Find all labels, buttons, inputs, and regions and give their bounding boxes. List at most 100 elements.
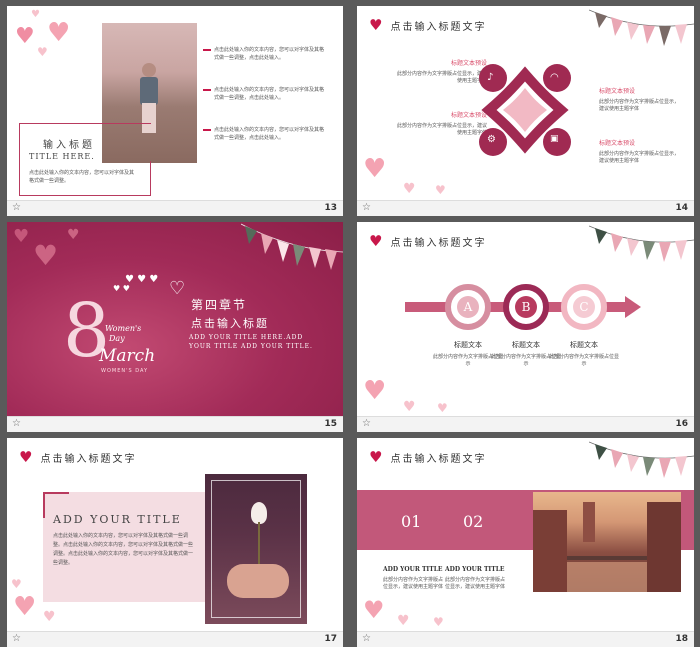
number-01: 01 <box>401 512 422 531</box>
womens-day-logo: 8 ♥ ♥ ♥ ♥ ♥ Women's Day March WOMEN'S DA… <box>63 274 159 374</box>
card-corner-line <box>43 492 69 494</box>
slide-title-bar: ♥ 点击输入标题文字 <box>19 448 137 466</box>
slide-footer: ☆ 14 <box>357 200 694 216</box>
heart-decoration-icon: ♥ <box>47 18 71 48</box>
photo-city-canal <box>533 492 681 592</box>
slide-footer: ☆ 15 <box>7 416 343 432</box>
card-body-text: 点击此处输入你的文本内容，您可以对字体及其格式做一些调整。点击此处输入你的文本内… <box>53 533 194 566</box>
heart-icon: ♥ <box>19 448 33 466</box>
star-icon[interactable]: ☆ <box>12 633 21 644</box>
heart-decoration-icon: ♥ <box>363 596 385 624</box>
heart-icon: ♥ <box>369 232 383 250</box>
title-box-bottom-line <box>19 195 151 196</box>
bullet-item: 点击此处输入你的文本内容，您可以对字体及其格式做一些调整，点击此处输入。 <box>203 126 328 142</box>
photo-flower-hand <box>205 474 307 624</box>
star-icon[interactable]: ☆ <box>362 202 371 213</box>
heart-decoration-icon: ♥ <box>403 399 416 415</box>
title-box-right-line <box>150 161 151 196</box>
number-02: 02 <box>463 512 484 531</box>
slide-number: 18 <box>675 634 688 644</box>
bunting-flags-icon <box>241 223 343 270</box>
heart-decoration-icon: ♥ <box>31 9 40 20</box>
heart-decoration-icon: ♥ <box>67 227 80 243</box>
slide-15[interactable]: ♥ ♥ ♥ 8 ♥ ♥ ♥ ♥ ♥ Women's Day March WOME… <box>7 222 343 432</box>
chapter-subtitle: 点击输入标题 <box>191 317 269 330</box>
slide-number: 13 <box>324 203 337 213</box>
heart-decoration-icon: ♥ <box>37 45 48 59</box>
heart-decoration-icon: ♥ <box>15 24 35 49</box>
text-block: 标题文本预设 此部分内容作为文字排版占位显示，建议使用主题字体 <box>599 140 680 164</box>
logo-march: March <box>99 346 156 366</box>
chapter-title: 第四章节 <box>191 298 248 312</box>
column-text: ADD YOUR TITLE 此部分内容作为文字排版占位显示，建议使用主题字体 <box>445 566 506 590</box>
heart-decoration-icon: ♥ <box>433 615 444 629</box>
heart-decoration-icon: ♥ <box>363 154 387 184</box>
bunting-flags-icon <box>589 441 694 478</box>
heart-icon: ♥ <box>369 448 383 466</box>
star-icon[interactable]: ☆ <box>362 418 371 429</box>
heart-decoration-icon: ♥ <box>437 401 448 415</box>
slide-number: 17 <box>324 634 337 644</box>
heart-decoration-icon: ♥ <box>397 613 410 629</box>
bunting-flags-icon <box>589 9 694 46</box>
heart-decoration-icon: ♥ <box>435 183 446 197</box>
gear-icon: ⚙ <box>487 134 496 145</box>
heart-decoration-icon: ♥ <box>33 239 59 272</box>
slide-title-bar: ♥ 点击输入标题文字 <box>369 16 487 34</box>
arrow-head-icon <box>625 296 641 318</box>
slide-number: 14 <box>675 203 688 213</box>
star-icon[interactable]: ☆ <box>12 202 21 213</box>
heart-decoration-icon: ♥ <box>13 226 30 247</box>
text-block: 标题文本预设 此部分内容作为文字排版占位显示，建议使用主题字体 <box>397 60 488 84</box>
bullet-item: 点击此处输入你的文本内容，您可以对字体及其格式做一些调整，点击此处输入。 <box>203 46 328 62</box>
heart-decoration-icon: ♥ <box>403 181 416 197</box>
text-block: 标题文本预设 此部分内容作为文字排版占位显示，建议使用主题字体 <box>599 88 680 112</box>
star-icon[interactable]: ☆ <box>12 418 21 429</box>
chapter-en-line2: YOUR TITLE ADD YOUR TITLE. <box>189 343 313 350</box>
slide-17[interactable]: ♥ 点击输入标题文字 ADD YOUR TITLE 点击此处输入你的文本内容，您… <box>7 438 343 647</box>
slide-footer: ☆ 16 <box>357 416 694 432</box>
slide-footer: ☆ 18 <box>357 631 694 647</box>
slide-title-bar: ♥ 点击输入标题文字 <box>369 448 487 466</box>
slide-title: 点击输入标题文字 <box>390 22 487 33</box>
section-title-cn: 输入标题 <box>43 140 95 151</box>
step-circle-a: A <box>445 284 491 330</box>
bunting-flags-icon <box>589 225 694 262</box>
step-circle-c: C <box>561 284 607 330</box>
slide-title-bar: ♥ 点击输入标题文字 <box>369 232 487 250</box>
slide-18[interactable]: ♥ 点击输入标题文字 01 02 ADD YOUR TITLE 此部分内容作为文… <box>357 438 694 647</box>
chapter-en-line1: ADD YOUR TITLE HERE.ADD <box>189 334 304 341</box>
slide-number: 16 <box>675 419 688 429</box>
heart-outline-icon: ♡ <box>169 278 186 299</box>
slide-14[interactable]: ♥ 点击输入标题文字 标题文本预设 此部分内容作为文字排版占位显示，建议使用主题… <box>357 6 694 216</box>
logo-sub: WOMEN'S DAY <box>101 368 149 374</box>
heart-decoration-icon: ♥ <box>363 376 387 406</box>
step-circle-b: B <box>503 284 549 330</box>
slide-number: 15 <box>324 419 337 429</box>
slide-footer: ☆ 13 <box>7 200 343 216</box>
logo-day: Day <box>109 334 125 343</box>
step-text: 标题文本 此部分内容作为文字排版占位显示 <box>549 341 620 367</box>
slide-title: 点击输入标题文字 <box>390 454 487 465</box>
heart-decoration-icon: ♥ <box>43 609 56 625</box>
slide-footer: ☆ 17 <box>7 631 343 647</box>
slide-title: 点击输入标题文字 <box>390 238 487 249</box>
add-title-heading: ADD YOUR TITLE <box>53 513 182 526</box>
microphone-icon: ♪ <box>487 72 494 83</box>
logo-womens: Women's <box>105 324 142 333</box>
wifi-icon: ◠ <box>550 72 559 83</box>
star-icon[interactable]: ☆ <box>362 633 371 644</box>
slide-16[interactable]: ♥ 点击输入标题文字 A B C 标题文本 此部分内容作为文字排版占位显示 标题… <box>357 222 694 432</box>
cart-icon: ▣ <box>550 134 559 144</box>
slide-13[interactable]: ♥ ♥ ♥ ♥ 输入标题 TITLE HERE. 点击此处输入你的文本内容，您可… <box>7 6 343 216</box>
heart-icon: ♥ <box>369 16 383 34</box>
slide-title: 点击输入标题文字 <box>40 454 137 465</box>
bullet-item: 点击此处输入你的文本内容，您可以对字体及其格式做一些调整，点击此处输入。 <box>203 86 328 102</box>
heart-decoration-icon: ♥ <box>13 592 37 622</box>
section-title-en: TITLE HERE. <box>29 152 95 161</box>
card-corner-line <box>43 492 45 518</box>
heart-decoration-icon: ♥ <box>11 577 22 591</box>
section-desc: 点击此处输入你的文本内容，您可以对字体及其格式做一些调整。 <box>29 170 135 184</box>
column-text: ADD YOUR TITLE 此部分内容作为文字排版占位显示，建议使用主题字体 <box>383 566 444 590</box>
text-block: 标题文本预设 此部分内容作为文字排版占位显示，建议使用主题字体 <box>397 112 488 136</box>
